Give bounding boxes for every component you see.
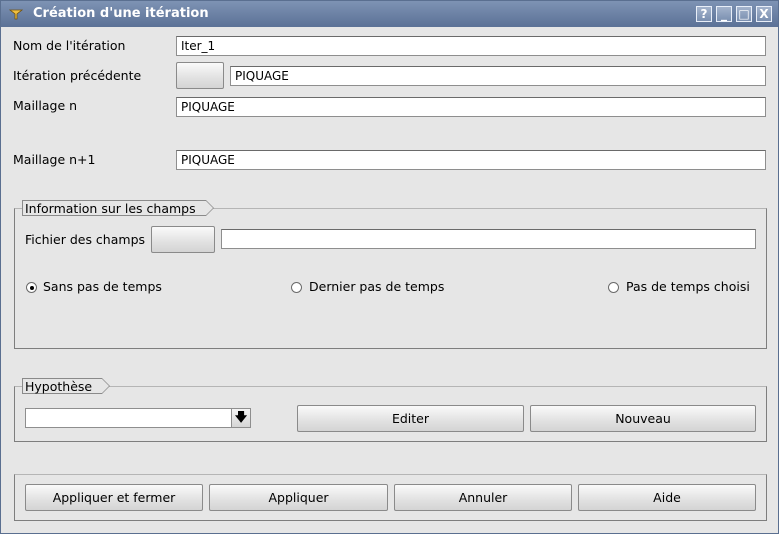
radio-no-timestep-label[interactable]: Sans pas de temps	[43, 279, 162, 294]
close-icon[interactable]: X	[756, 6, 772, 22]
fields-file-label: Fichier des champs	[25, 232, 146, 247]
fields-file-field[interactable]	[221, 229, 756, 249]
previous-iteration-field[interactable]: PIQUAGE	[230, 66, 766, 86]
radio-no-timestep[interactable]	[26, 282, 37, 293]
mesh-n-label: Maillage n	[13, 98, 78, 113]
fields-file-browse-button[interactable]	[151, 226, 215, 253]
radio-chosen-timestep[interactable]	[608, 282, 619, 293]
radio-chosen-timestep-label[interactable]: Pas de temps choisi	[626, 279, 750, 294]
minimize-icon[interactable]: _	[716, 6, 732, 22]
title-bar[interactable]: Création d'une itération ? _ □ X	[1, 1, 778, 27]
mesh-n1-field[interactable]: PIQUAGE	[176, 150, 766, 170]
hypothesis-combo[interactable]: 🡇	[25, 408, 251, 428]
fields-info-group-title: Information sur les champs	[22, 200, 214, 216]
cancel-button[interactable]: Annuler	[394, 484, 572, 511]
help-icon[interactable]: ?	[696, 6, 712, 22]
apply-button[interactable]: Appliquer	[209, 484, 388, 511]
arrow-down-icon[interactable]: 🡇	[231, 409, 250, 427]
help-button[interactable]: Aide	[578, 484, 756, 511]
iteration-name-label: Nom de l'itération	[13, 38, 126, 53]
previous-iteration-label: Itération précédente	[13, 68, 142, 83]
window-title: Création d'une itération	[33, 6, 209, 21]
mesh-n-field[interactable]: PIQUAGE	[176, 97, 766, 117]
mesh-n1-label: Maillage n+1	[13, 152, 96, 167]
app-icon	[9, 9, 23, 20]
hypothesis-group-title: Hypothèse	[22, 378, 111, 394]
dialog-window: Création d'une itération ? _ □ X Nom de …	[0, 0, 779, 534]
edit-hypothesis-button[interactable]: Editer	[297, 405, 524, 432]
apply-close-button[interactable]: Appliquer et fermer	[25, 484, 203, 511]
previous-iteration-browse-button[interactable]	[176, 62, 224, 89]
iteration-name-field[interactable]: Iter_1	[176, 36, 766, 56]
new-hypothesis-button[interactable]: Nouveau	[530, 405, 756, 432]
maximize-icon[interactable]: □	[736, 6, 752, 22]
radio-last-timestep[interactable]	[291, 282, 302, 293]
radio-last-timestep-label[interactable]: Dernier pas de temps	[309, 279, 444, 294]
